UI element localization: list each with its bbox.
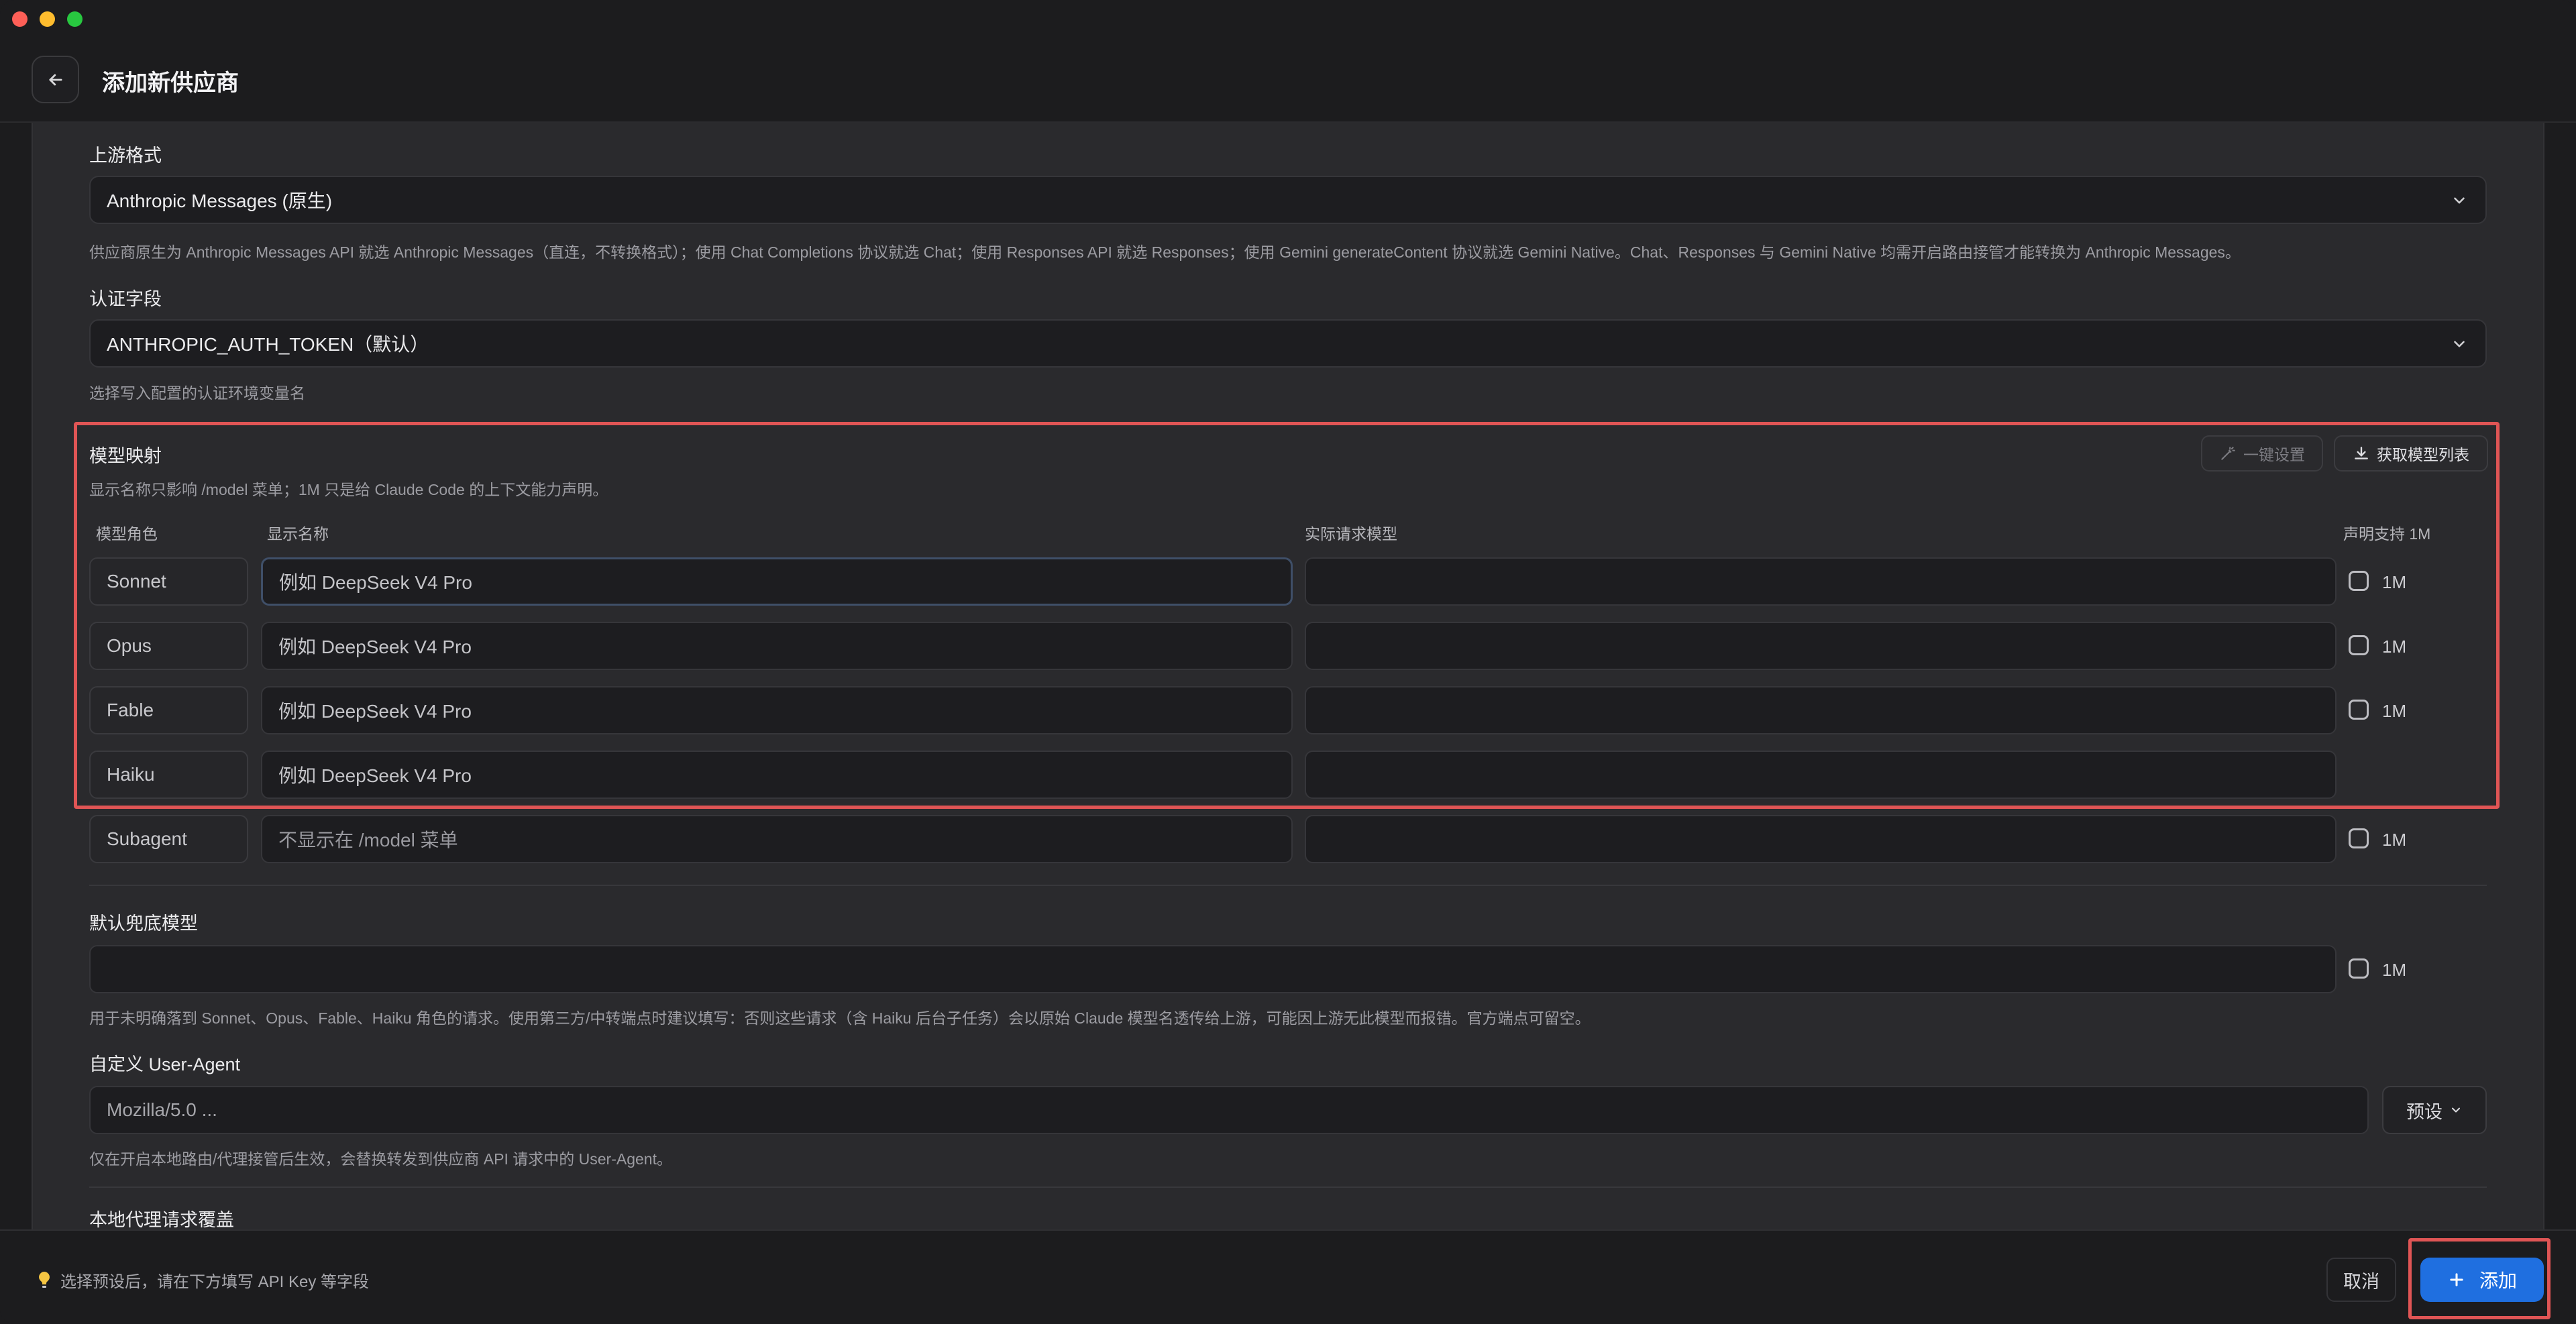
declare-1m-label: 1M [2382, 830, 2407, 850]
window-controls [12, 11, 83, 27]
upstream-format-hint: 供应商原生为 Anthropic Messages API 就选 Anthrop… [89, 243, 2241, 261]
column-header-role: 模型角色 [96, 525, 158, 543]
display-name-placeholder: 例如 DeepSeek V4 Pro [278, 637, 472, 657]
app-window: 添加新供应商 上游格式 Anthropic Messages (原生) 供应商原… [0, 0, 2576, 1324]
display-name-input-opus[interactable]: 例如 DeepSeek V4 Pro [261, 622, 1293, 670]
local-proxy-override-label: 本地代理请求覆盖 [89, 1210, 234, 1229]
user-agent-hint: 仅在开启本地路由/代理接管后生效，会替换转发到供应商 API 请求中的 User… [89, 1150, 672, 1168]
zoom-window-button[interactable] [67, 11, 83, 27]
declare-1m-checkbox-opus[interactable] [2349, 635, 2369, 655]
section-divider [89, 885, 2487, 886]
declare-1m-checkbox-subagent[interactable] [2349, 828, 2369, 848]
actual-model-input-subagent[interactable] [1305, 815, 2337, 863]
display-name-input-fable[interactable]: 例如 DeepSeek V4 Pro [261, 686, 1293, 734]
form-panel[interactable]: 上游格式 Anthropic Messages (原生) 供应商原生为 Anth… [32, 123, 2544, 1229]
column-header-declare-1m: 声明支持 1M [2343, 525, 2431, 543]
fallback-declare-1m-checkbox[interactable] [2349, 958, 2369, 979]
role-haiku: Haiku [89, 751, 248, 799]
actual-model-input-sonnet[interactable] [1305, 557, 2337, 606]
actual-model-input-haiku[interactable] [1305, 751, 2337, 799]
declare-1m-label: 1M [2382, 701, 2407, 721]
actual-model-input-opus[interactable] [1305, 622, 2337, 670]
role-fable: Fable [89, 686, 248, 734]
user-agent-input[interactable]: Mozilla/5.0 ... [89, 1086, 2369, 1134]
cancel-button[interactable]: 取消 [2326, 1258, 2396, 1302]
add-button-highlight [2408, 1238, 2551, 1319]
lightbulb-icon [39, 1271, 50, 1288]
fallback-model-label: 默认兜底模型 [89, 914, 198, 934]
display-name-placeholder: 例如 DeepSeek V4 Pro [279, 572, 472, 593]
footer: 选择预设后，请在下方填写 API Key 等字段 取消 添加 [0, 1229, 2576, 1324]
role-sonnet: Sonnet [89, 557, 248, 606]
chevron-down-icon [2452, 1107, 2460, 1113]
upstream-format-select[interactable]: Anthropic Messages (原生) [89, 176, 2487, 224]
declare-1m-checkbox-sonnet[interactable] [2349, 571, 2369, 591]
minimize-window-button[interactable] [40, 11, 55, 27]
fetch-model-list-label: 获取模型列表 [2377, 446, 2469, 463]
display-name-placeholder: 不显示在 /model 菜单 [278, 830, 458, 850]
display-name-placeholder: 例如 DeepSeek V4 Pro [278, 765, 472, 786]
model-mapping-hint: 显示名称只影响 /model 菜单；1M 只是给 Claude Code 的上下… [89, 481, 608, 498]
fetch-model-list-button[interactable]: 获取模型列表 [2334, 435, 2488, 472]
user-agent-preset-button[interactable]: 预设 [2382, 1086, 2487, 1134]
chevron-down-icon [2454, 197, 2465, 204]
footer-hint: 选择预设后，请在下方填写 API Key 等字段 [36, 1268, 369, 1292]
declare-1m-label: 1M [2382, 572, 2407, 592]
section-divider [89, 1187, 2487, 1188]
one-click-setup-label: 一键设置 [2243, 446, 2305, 463]
display-name-placeholder: 例如 DeepSeek V4 Pro [278, 701, 472, 722]
magic-wand-icon [2221, 447, 2235, 460]
user-agent-preset-label: 预设 [2406, 1101, 2443, 1122]
auth-field-label: 认证字段 [89, 289, 162, 309]
declare-1m-label: 1M [2382, 637, 2407, 657]
fallback-declare-1m-label: 1M [2382, 960, 2407, 980]
auth-field-hint: 选择写入配置的认证环境变量名 [89, 384, 305, 402]
header: 添加新供应商 [0, 0, 2576, 123]
upstream-format-label: 上游格式 [89, 146, 162, 166]
close-window-button[interactable] [12, 11, 28, 27]
role-opus: Opus [89, 622, 248, 670]
display-name-input-haiku[interactable]: 例如 DeepSeek V4 Pro [261, 751, 1293, 799]
user-agent-label: 自定义 User-Agent [89, 1054, 241, 1074]
download-icon [2355, 447, 2368, 459]
column-header-actual-model: 实际请求模型 [1305, 525, 1397, 543]
page-title: 添加新供应商 [102, 70, 239, 96]
column-header-display-name: 显示名称 [267, 525, 329, 543]
auth-field-select[interactable]: ANTHROPIC_AUTH_TOKEN（默认） [89, 319, 2487, 368]
one-click-setup-button[interactable]: 一键设置 [2201, 435, 2323, 472]
arrow-left-icon [48, 74, 62, 85]
footer-hint-text: 选择预设后，请在下方填写 API Key 等字段 [60, 1273, 370, 1291]
upstream-format-value: Anthropic Messages (原生) [107, 190, 333, 211]
user-agent-placeholder: Mozilla/5.0 ... [107, 1099, 217, 1120]
display-name-input-subagent[interactable]: 不显示在 /model 菜单 [261, 815, 1293, 863]
back-button[interactable] [32, 56, 79, 103]
actual-model-input-fable[interactable] [1305, 686, 2337, 734]
fallback-model-hint: 用于未明确落到 Sonnet、Opus、Fable、Haiku 角色的请求。使用… [89, 1009, 1591, 1027]
display-name-input-sonnet[interactable]: 例如 DeepSeek V4 Pro [261, 557, 1293, 606]
model-mapping-title: 模型映射 [89, 446, 162, 466]
chevron-down-icon [2454, 341, 2465, 347]
role-subagent: Subagent [89, 815, 248, 863]
fallback-model-input[interactable] [89, 945, 2337, 993]
declare-1m-checkbox-fable[interactable] [2349, 700, 2369, 720]
auth-field-value: ANTHROPIC_AUTH_TOKEN（默认） [107, 334, 429, 355]
